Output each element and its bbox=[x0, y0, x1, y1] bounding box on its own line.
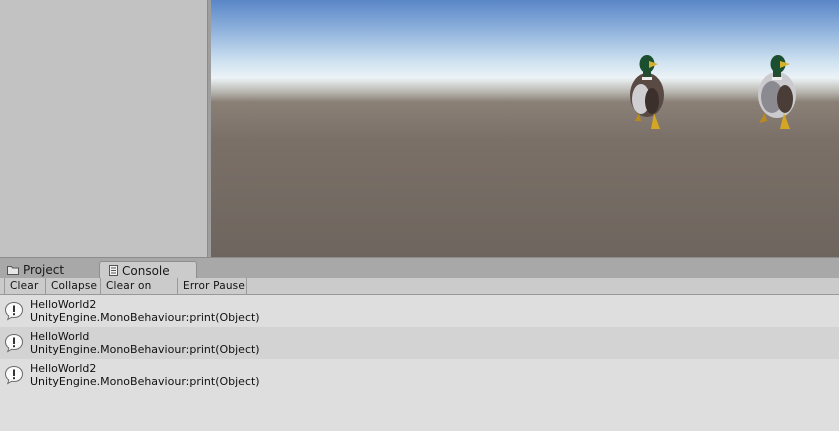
log-stacktrace: UnityEngine.MonoBehaviour:print(Object) bbox=[30, 311, 260, 324]
console-icon bbox=[109, 265, 118, 276]
hierarchy-panel bbox=[0, 0, 207, 257]
info-message-icon bbox=[4, 301, 24, 321]
log-entry[interactable]: HelloWorld2 UnityEngine.MonoBehaviour:pr… bbox=[0, 359, 839, 391]
tab-project-label: Project bbox=[23, 263, 65, 277]
scene-view[interactable] bbox=[211, 0, 839, 257]
error-pause-toggle[interactable]: Error Pause bbox=[178, 278, 247, 294]
clear-on-play-toggle[interactable]: Clear on Play bbox=[101, 278, 178, 308]
clear-button[interactable]: Clear bbox=[4, 278, 46, 294]
log-stacktrace: UnityEngine.MonoBehaviour:print(Object) bbox=[30, 375, 260, 388]
log-entry[interactable]: HelloWorld UnityEngine.MonoBehaviour:pri… bbox=[0, 327, 839, 359]
bottom-tab-bar: Project Console bbox=[0, 257, 839, 279]
folder-icon bbox=[7, 266, 19, 275]
console-toolbar: Clear Collapse Clear on Play Error Pause bbox=[0, 278, 839, 308]
log-message: HelloWorld2 bbox=[30, 298, 97, 311]
tab-console[interactable]: Console bbox=[99, 261, 197, 279]
log-entry[interactable]: HelloWorld2 UnityEngine.MonoBehaviour:pr… bbox=[0, 295, 839, 327]
tab-project[interactable]: Project bbox=[4, 261, 98, 279]
collapse-toggle[interactable]: Collapse bbox=[46, 278, 101, 294]
info-message-icon bbox=[4, 333, 24, 353]
console-log-list[interactable]: HelloWorld2 UnityEngine.MonoBehaviour:pr… bbox=[0, 295, 839, 431]
log-message: HelloWorld bbox=[30, 330, 90, 343]
duck-left bbox=[630, 55, 664, 129]
tab-console-label: Console bbox=[122, 264, 170, 278]
log-message: HelloWorld2 bbox=[30, 362, 97, 375]
info-message-icon bbox=[4, 365, 24, 385]
duck-right bbox=[758, 55, 796, 129]
log-stacktrace: UnityEngine.MonoBehaviour:print(Object) bbox=[30, 343, 260, 356]
